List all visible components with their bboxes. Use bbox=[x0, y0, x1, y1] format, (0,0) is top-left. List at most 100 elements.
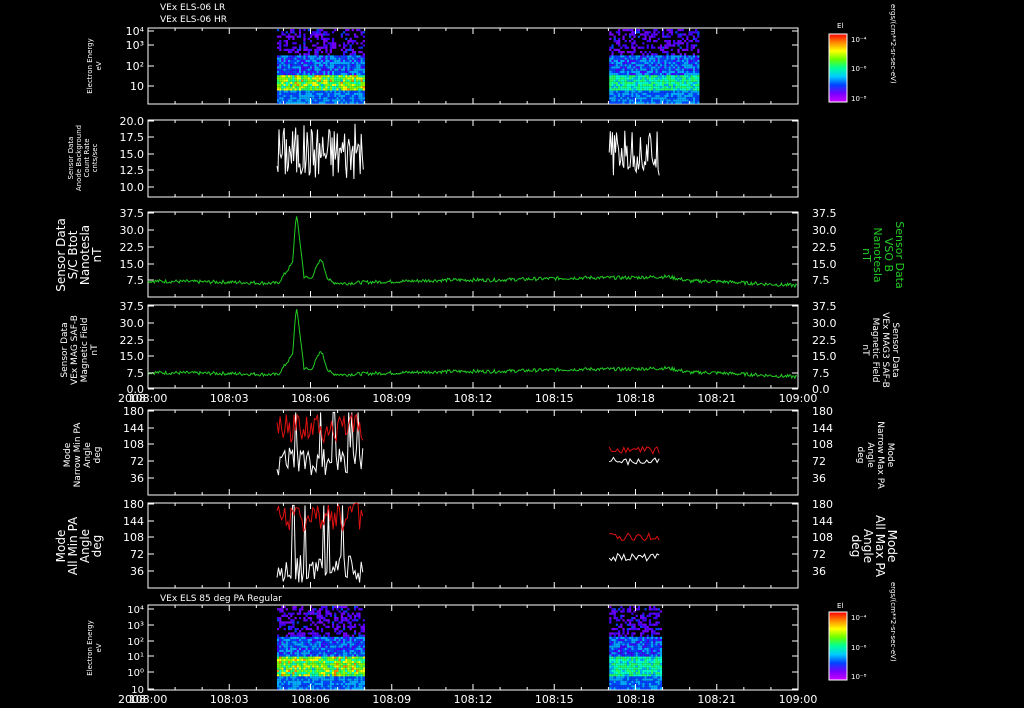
heat1-pixel bbox=[296, 97, 299, 100]
heat1-pixel bbox=[622, 59, 625, 62]
heat7-pixel bbox=[309, 656, 313, 659]
heat1-pixel bbox=[285, 99, 288, 102]
heat1-pixel bbox=[351, 95, 354, 98]
heat7-pixel bbox=[633, 654, 636, 657]
heat1-pixel bbox=[613, 64, 616, 67]
heat1-pixel bbox=[329, 48, 332, 51]
heat7-pixel bbox=[309, 647, 313, 650]
heat7-pixel bbox=[624, 643, 627, 646]
heat1-pixel bbox=[662, 90, 665, 93]
heat7-pixel bbox=[349, 661, 352, 664]
heat1-pixel bbox=[695, 57, 698, 60]
heat1-pixel bbox=[314, 90, 317, 93]
heat1-pixel bbox=[668, 59, 671, 62]
heat7-pixel bbox=[620, 661, 623, 664]
heat1-pixel bbox=[314, 95, 317, 98]
heat1-pixel bbox=[325, 48, 328, 51]
heat1-pixel bbox=[303, 64, 306, 67]
heat1-pixel bbox=[329, 55, 332, 58]
heat7-pixel bbox=[294, 636, 297, 639]
heat7-pixel bbox=[279, 636, 282, 639]
heat1-pixel bbox=[281, 73, 284, 76]
heat1-pixel bbox=[670, 31, 674, 34]
heat7-pixel bbox=[657, 674, 660, 677]
heat7-pixel bbox=[648, 639, 652, 642]
heat1-pixel bbox=[323, 66, 326, 69]
heat1-pixel bbox=[648, 79, 652, 82]
colorbar-top-label: El bbox=[837, 22, 843, 30]
heat7-pixel bbox=[631, 636, 634, 639]
heat1-pixel bbox=[629, 86, 632, 89]
heat1-pixel bbox=[342, 90, 346, 93]
heat1-pixel bbox=[323, 97, 326, 100]
heat1-pixel bbox=[303, 66, 306, 69]
heat7-pixel bbox=[356, 672, 359, 675]
heat7-pixel bbox=[356, 669, 359, 672]
heat1-pixel bbox=[609, 95, 612, 98]
heat1-pixel bbox=[305, 101, 308, 104]
heat1-pixel bbox=[664, 86, 667, 89]
heat1-pixel bbox=[334, 90, 337, 93]
heat1-pixel bbox=[353, 88, 357, 91]
heat1-pixel bbox=[360, 92, 363, 95]
heat7-pixel bbox=[294, 650, 297, 653]
heat1-pixel bbox=[640, 79, 643, 82]
heat7-pixel bbox=[296, 687, 299, 690]
heat1-pixel bbox=[688, 97, 691, 100]
heat1-pixel bbox=[303, 70, 306, 73]
heat1-pixel bbox=[624, 90, 627, 93]
heat1-pixel bbox=[292, 73, 295, 76]
heat1-pixel bbox=[292, 48, 295, 51]
time-axis-tick-label: 108:00 bbox=[129, 693, 168, 706]
heat1-pixel bbox=[301, 68, 304, 71]
heat1-pixel bbox=[679, 59, 682, 62]
heat7-pixel bbox=[613, 647, 616, 650]
heat1-pixel bbox=[615, 64, 619, 67]
heat1-pixel bbox=[325, 88, 328, 91]
heat1-pixel bbox=[296, 88, 299, 91]
heat1-pixel bbox=[285, 90, 288, 93]
p2-ylabel-line1: Sensor Data bbox=[67, 137, 75, 180]
heat1-pixel bbox=[276, 64, 280, 67]
heat1-pixel bbox=[690, 79, 693, 82]
heat7-pixel bbox=[329, 663, 332, 666]
heat7-pixel bbox=[314, 645, 317, 648]
heat7-pixel bbox=[290, 652, 293, 655]
heat7-pixel bbox=[655, 672, 658, 675]
heat1-pixel bbox=[358, 79, 361, 82]
heat1-pixel bbox=[360, 62, 363, 65]
heat1-pixel bbox=[609, 62, 612, 65]
heat7-pixel bbox=[320, 628, 324, 631]
heat7-pixel bbox=[281, 678, 284, 681]
heat7-pixel bbox=[360, 658, 363, 661]
heat1-pixel bbox=[618, 97, 621, 100]
heat1-pixel bbox=[615, 42, 619, 45]
heat1-pixel bbox=[648, 66, 652, 69]
heat1-pixel bbox=[690, 48, 693, 51]
heat7-pixel bbox=[653, 680, 656, 683]
heat1-pixel bbox=[345, 77, 348, 80]
heat1-pixel bbox=[303, 57, 306, 60]
heat7-pixel bbox=[659, 636, 663, 639]
heat7-pixel bbox=[633, 643, 636, 646]
heat7-pixel bbox=[296, 661, 299, 664]
heat7-pixel bbox=[345, 610, 348, 613]
heat7-pixel bbox=[316, 643, 319, 646]
heat1-pixel bbox=[349, 101, 352, 104]
p4-ytick-label-right: 15.0 bbox=[812, 350, 837, 363]
heat7-pixel bbox=[626, 608, 630, 611]
heat1-pixel bbox=[648, 90, 652, 93]
heat1-pixel bbox=[640, 81, 643, 84]
heat7-pixel bbox=[342, 674, 346, 677]
heat1-pixel bbox=[624, 81, 627, 84]
heat7-pixel bbox=[640, 680, 643, 683]
heat7-pixel bbox=[626, 650, 630, 653]
heat7-pixel bbox=[349, 641, 352, 644]
heat1-pixel bbox=[633, 51, 636, 54]
heat7-pixel bbox=[651, 650, 654, 653]
heat7-pixel bbox=[323, 606, 326, 609]
heat7-pixel bbox=[314, 674, 317, 677]
heat7-pixel bbox=[316, 632, 319, 635]
heat7-pixel bbox=[281, 674, 284, 677]
heat7-pixel bbox=[642, 614, 645, 617]
